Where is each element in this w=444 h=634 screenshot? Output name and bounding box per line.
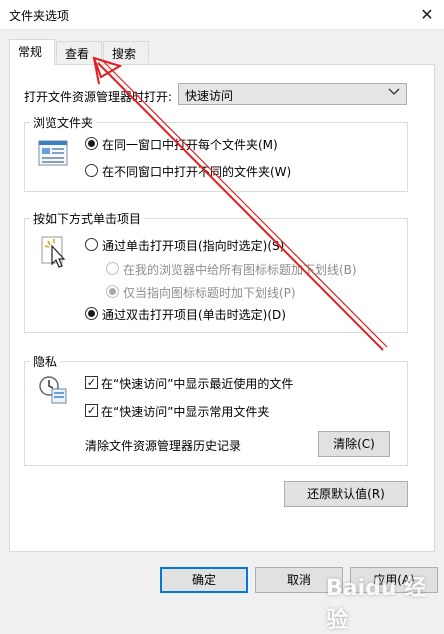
privacy-title: 隐私 bbox=[30, 353, 61, 370]
checkbox-show-recent[interactable]: ✓ bbox=[85, 376, 98, 389]
open-explorer-value: 快速访问 bbox=[185, 89, 234, 103]
ok-button[interactable]: 确定 bbox=[160, 567, 248, 593]
show-recent-label[interactable]: 在“快速访问”中显示最近使用的文件 bbox=[101, 375, 293, 392]
underline-all-label[interactable]: 在我的浏览器中给所有图标标题加下划线(B) bbox=[123, 261, 357, 278]
baidu-watermark-logo: Baidu 经验 bbox=[326, 576, 427, 633]
underline-hover-label[interactable]: 仅当指向图标标题时加下划线(P) bbox=[123, 284, 296, 301]
double-click-label[interactable]: 通过双击打开项目(单击时选定)(D) bbox=[102, 306, 286, 323]
pointer-click-icon bbox=[40, 236, 68, 268]
browse-folders-title: 浏览文件夹 bbox=[30, 114, 97, 131]
window-layout-icon bbox=[38, 140, 68, 166]
radio-double-click[interactable] bbox=[85, 307, 98, 320]
window-title: 文件夹选项 bbox=[9, 9, 70, 23]
close-icon[interactable]: ✕ bbox=[416, 4, 438, 26]
click-items-title: 按如下方式单击项目 bbox=[30, 210, 145, 227]
recent-files-icon bbox=[38, 375, 68, 405]
tab-search[interactable]: 搜索 bbox=[103, 41, 149, 63]
radio-underline-all[interactable] bbox=[106, 262, 119, 275]
open-explorer-select[interactable]: 快速访问 bbox=[178, 83, 407, 105]
radio-single-click[interactable] bbox=[85, 238, 98, 251]
new-window-label[interactable]: 在不同窗口中打开不同的文件夹(W) bbox=[102, 163, 291, 180]
chevron-down-icon[interactable] bbox=[386, 86, 402, 102]
show-frequent-label[interactable]: 在“快速访问”中显示常用文件夹 bbox=[101, 403, 269, 420]
restore-defaults-button[interactable]: 还原默认值(R) bbox=[284, 481, 408, 507]
clear-history-label: 清除文件资源管理器历史记录 bbox=[85, 439, 242, 453]
checkbox-show-frequent[interactable]: ✓ bbox=[85, 404, 98, 417]
tab-view[interactable]: 查看 bbox=[56, 41, 102, 63]
browse-folders-group bbox=[24, 122, 408, 192]
same-window-label[interactable]: 在同一窗口中打开每个文件夹(M) bbox=[102, 136, 278, 153]
clear-history-button[interactable]: 清除(C) bbox=[318, 431, 390, 457]
radio-underline-hover[interactable] bbox=[106, 285, 119, 298]
radio-new-window[interactable] bbox=[85, 164, 98, 177]
open-explorer-label: 打开文件资源管理器时打开: bbox=[24, 90, 173, 104]
tab-general[interactable]: 常规 bbox=[9, 39, 55, 65]
single-click-label[interactable]: 通过单击打开项目(指向时选定)(S) bbox=[102, 237, 284, 254]
radio-same-window[interactable] bbox=[85, 137, 98, 150]
